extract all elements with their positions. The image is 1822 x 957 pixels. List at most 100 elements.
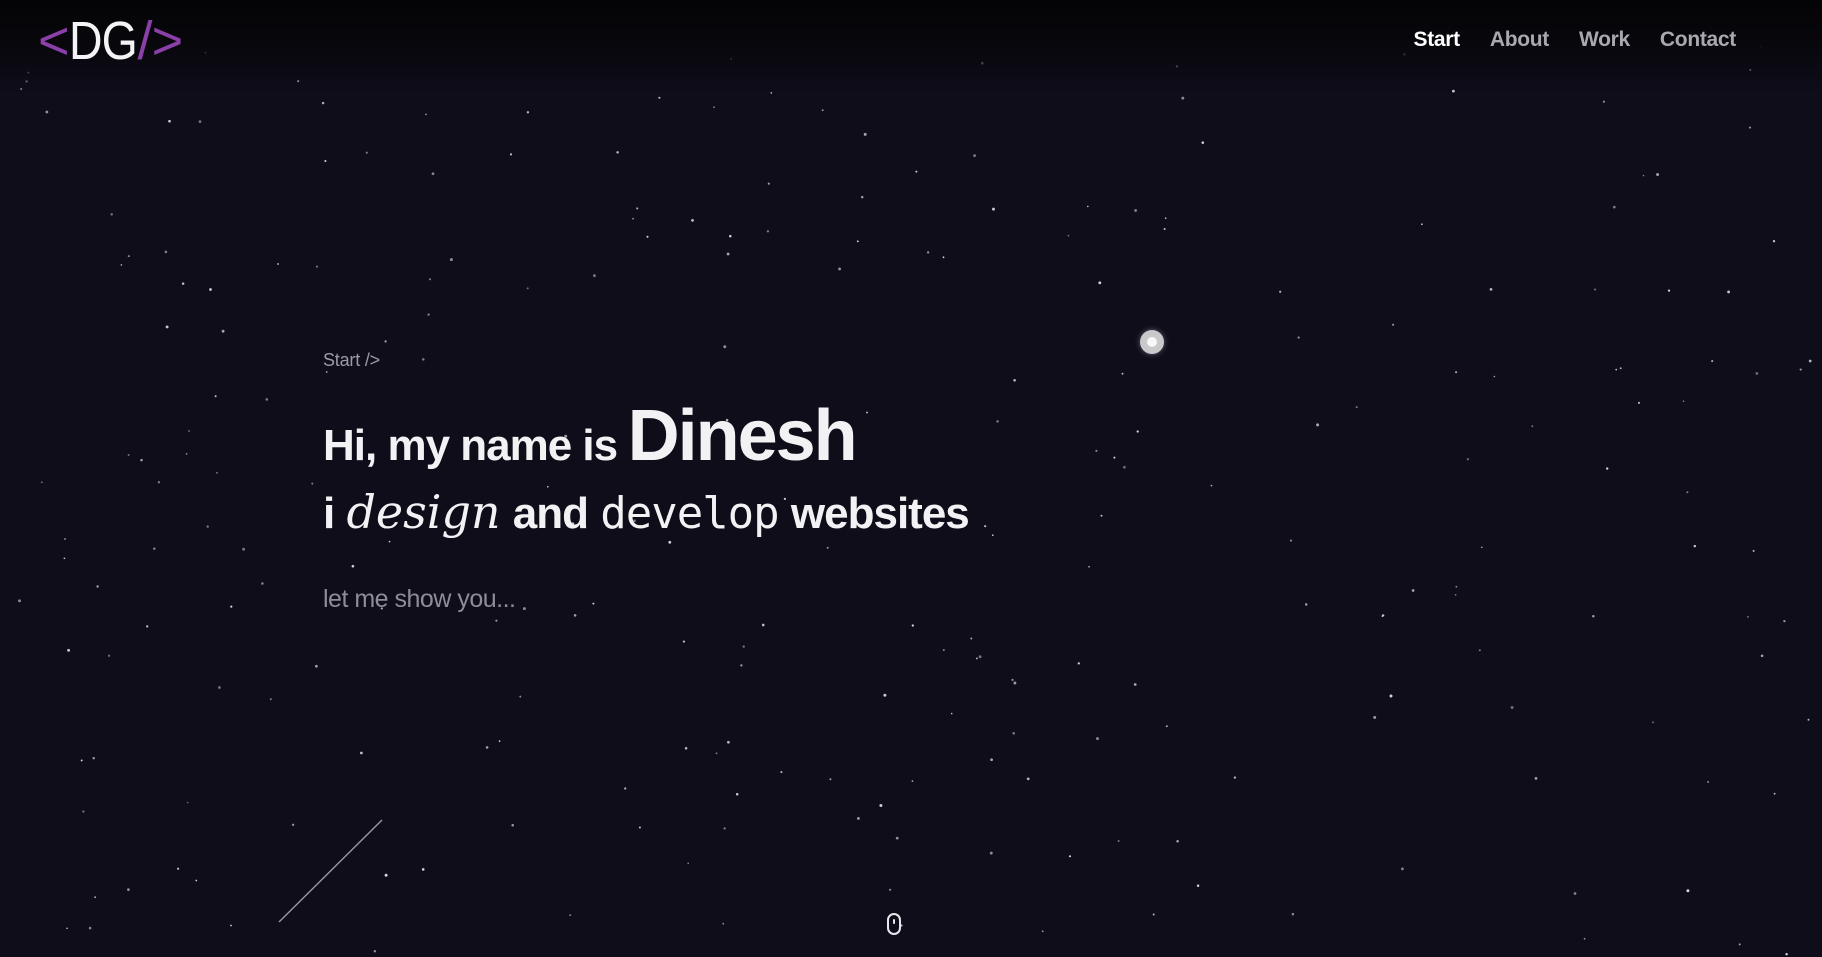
star bbox=[1785, 952, 1788, 956]
hero-name: Dinesh bbox=[627, 396, 858, 476]
star bbox=[866, 411, 868, 414]
star bbox=[1181, 96, 1185, 100]
star bbox=[1606, 467, 1609, 470]
star bbox=[1773, 792, 1776, 795]
star bbox=[992, 207, 995, 211]
nav-item-contact[interactable]: Contact bbox=[1660, 28, 1736, 52]
star bbox=[351, 564, 355, 568]
star bbox=[1534, 777, 1538, 780]
star bbox=[1808, 359, 1812, 363]
star bbox=[1100, 514, 1103, 517]
star bbox=[431, 172, 435, 176]
star bbox=[1389, 694, 1393, 698]
star bbox=[1466, 458, 1469, 461]
star bbox=[1289, 539, 1293, 542]
star bbox=[989, 851, 993, 855]
star bbox=[1481, 546, 1483, 549]
star bbox=[726, 252, 730, 256]
star bbox=[1012, 732, 1015, 735]
star bbox=[324, 159, 327, 163]
star bbox=[1136, 430, 1139, 433]
star bbox=[942, 256, 945, 259]
star bbox=[1421, 223, 1423, 226]
star bbox=[723, 345, 727, 349]
subline-develop: develop bbox=[600, 488, 779, 539]
star bbox=[1196, 884, 1200, 888]
star bbox=[1638, 401, 1640, 404]
star bbox=[592, 602, 595, 605]
star bbox=[1013, 681, 1017, 685]
star bbox=[1752, 549, 1755, 552]
star bbox=[860, 195, 864, 199]
star bbox=[495, 619, 498, 622]
star bbox=[973, 154, 976, 157]
star bbox=[18, 599, 21, 603]
star bbox=[522, 607, 526, 611]
star bbox=[1041, 930, 1044, 933]
hero-headline: Hi, my name is Dinesh bbox=[323, 395, 858, 477]
star bbox=[422, 358, 425, 361]
star bbox=[421, 868, 425, 871]
mouse-scroll-icon[interactable] bbox=[887, 913, 901, 935]
star bbox=[1152, 913, 1155, 916]
star bbox=[526, 287, 529, 290]
star bbox=[384, 873, 388, 877]
star bbox=[883, 693, 887, 697]
nav-item-about[interactable]: About bbox=[1490, 28, 1549, 52]
star bbox=[926, 251, 930, 254]
star bbox=[230, 924, 232, 927]
subline-i: i bbox=[323, 489, 335, 538]
star bbox=[1583, 937, 1586, 940]
star bbox=[978, 655, 982, 659]
star bbox=[1693, 544, 1697, 548]
star bbox=[195, 879, 198, 882]
star bbox=[425, 113, 427, 116]
nav-item-work[interactable]: Work bbox=[1579, 28, 1630, 52]
star bbox=[975, 657, 978, 660]
star bbox=[265, 398, 269, 401]
nav-item-start[interactable]: Start bbox=[1413, 28, 1460, 52]
star bbox=[1095, 449, 1098, 452]
star bbox=[1164, 217, 1167, 220]
star bbox=[82, 810, 85, 813]
star bbox=[838, 267, 842, 271]
star bbox=[942, 649, 945, 652]
star bbox=[177, 867, 180, 870]
star bbox=[658, 96, 661, 99]
star bbox=[261, 582, 264, 585]
star bbox=[1165, 725, 1168, 728]
star bbox=[1707, 781, 1709, 783]
star bbox=[526, 111, 530, 114]
star bbox=[856, 816, 860, 820]
star bbox=[984, 525, 987, 528]
star bbox=[722, 922, 725, 925]
star bbox=[735, 793, 739, 796]
star bbox=[1738, 943, 1741, 946]
star bbox=[1592, 614, 1595, 618]
star bbox=[188, 430, 190, 432]
star bbox=[713, 106, 715, 109]
logo-open-bracket: < bbox=[38, 11, 70, 71]
star bbox=[360, 751, 363, 755]
star bbox=[632, 217, 634, 220]
star bbox=[723, 827, 726, 830]
star bbox=[1316, 423, 1320, 427]
star bbox=[1454, 593, 1457, 596]
star bbox=[40, 481, 43, 484]
star bbox=[186, 801, 189, 804]
star bbox=[485, 746, 489, 749]
star bbox=[1096, 737, 1099, 741]
star bbox=[1176, 839, 1179, 843]
star bbox=[1602, 100, 1605, 103]
star bbox=[1297, 336, 1300, 339]
site-logo[interactable]: < DG / > bbox=[38, 9, 183, 73]
star bbox=[88, 926, 92, 930]
star bbox=[153, 547, 156, 550]
star bbox=[1411, 589, 1415, 592]
star bbox=[616, 151, 619, 154]
star bbox=[218, 686, 221, 689]
star bbox=[1455, 371, 1458, 374]
star bbox=[1594, 288, 1597, 291]
star bbox=[1013, 379, 1016, 382]
star bbox=[1117, 839, 1120, 843]
